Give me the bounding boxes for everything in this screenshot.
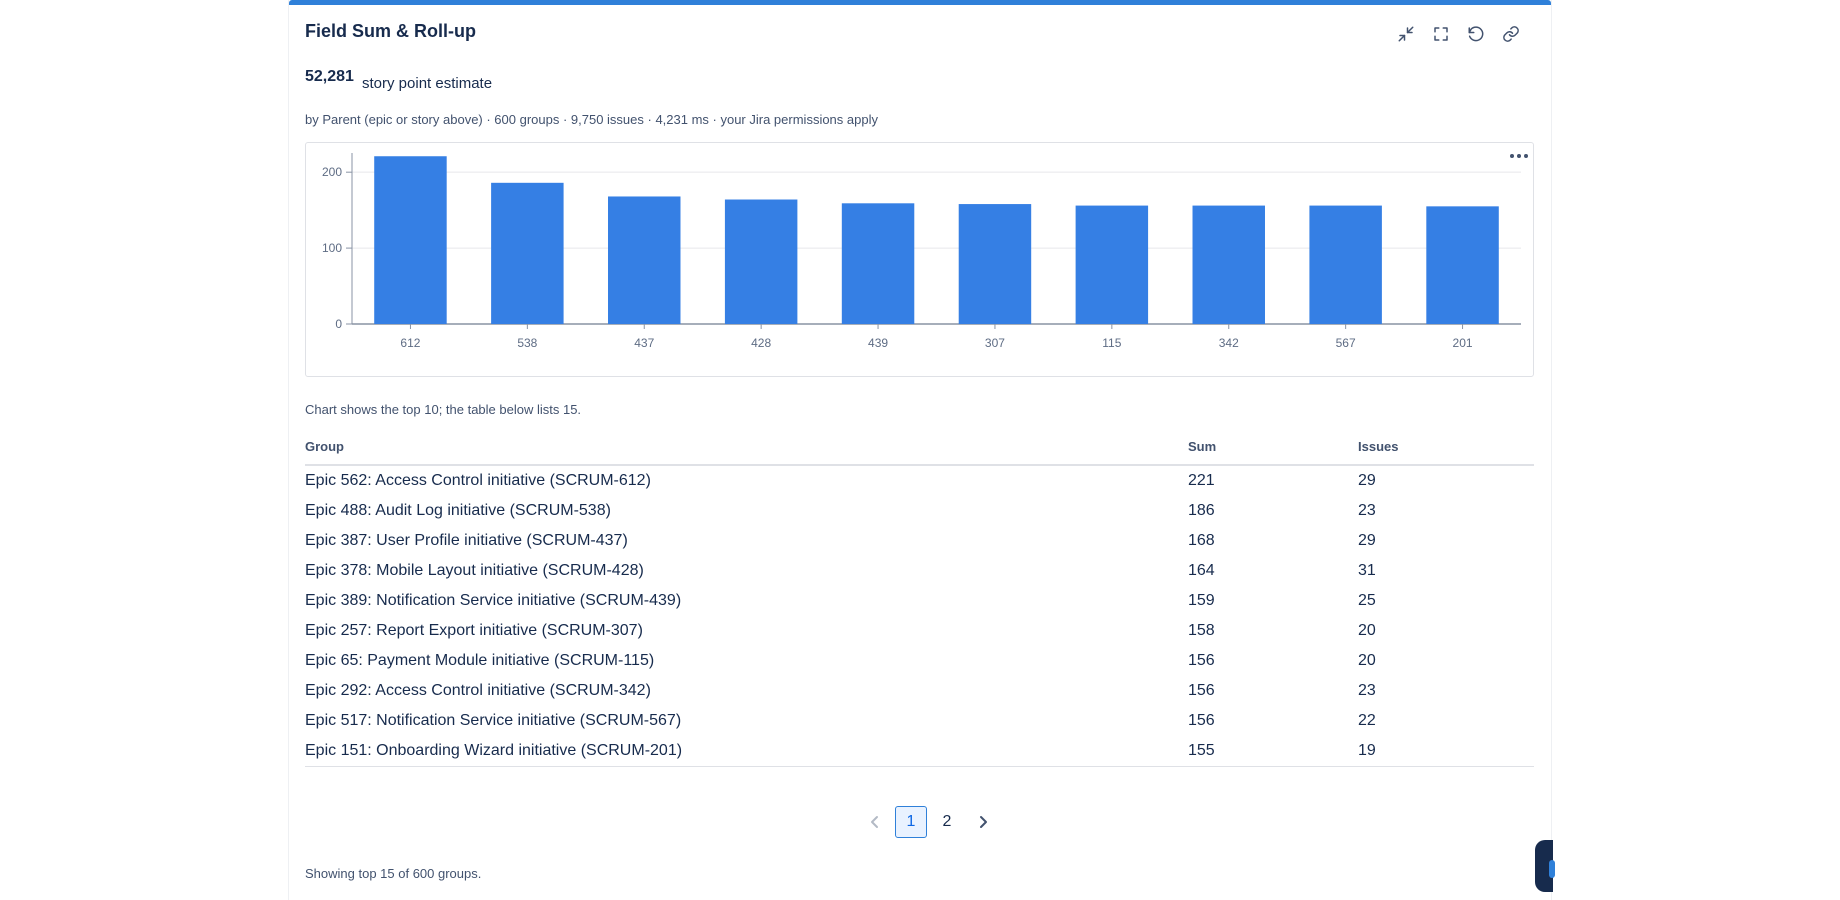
group-cell: Epic 292: Access Control initiative (SCR…	[305, 682, 651, 699]
issues-cell: 23	[1358, 682, 1376, 699]
bar	[1309, 205, 1382, 324]
bar	[841, 203, 915, 324]
chevron-right-icon	[980, 816, 987, 828]
fullscreen-icon	[1434, 27, 1448, 41]
bar-chart-svg: 0 100 200 612 538 437 428 439 307 115 342 567 201	[322, 153, 1521, 350]
sum-cell: 159	[1188, 592, 1215, 609]
table-row: Epic 292: Access Control initiative (SCR…	[305, 676, 1534, 706]
sum-cell: 156	[1188, 712, 1215, 729]
bar	[1426, 206, 1499, 324]
collapse-button[interactable]	[1394, 22, 1418, 46]
column-header-group[interactable]: Group	[305, 436, 1188, 466]
sum-total: 52,281	[305, 68, 354, 85]
bar	[958, 204, 1032, 324]
x-tick-label: 567	[1336, 336, 1356, 350]
y-tick-label: 200	[322, 165, 342, 179]
x-tick-label: 437	[634, 336, 654, 350]
sum-field-label: story point estimate	[362, 75, 493, 92]
chart-note: Chart shows the top 10; the table below …	[305, 402, 582, 417]
bar	[608, 196, 681, 324]
query-meta: by Parent (epic or story above) · 600 gr…	[305, 112, 878, 127]
issues-cell: 29	[1358, 472, 1376, 489]
fullscreen-button[interactable]	[1429, 22, 1453, 46]
x-tick-label: 439	[868, 336, 888, 350]
table-header-row: Group Sum Issues	[305, 436, 1534, 466]
prev-page-button[interactable]	[859, 806, 891, 838]
x-tick-label: 115	[1102, 336, 1121, 350]
page-button-1[interactable]: 1	[895, 806, 927, 838]
table-row: Epic 257: Report Export initiative (SCRU…	[305, 616, 1534, 646]
x-tick-label: 612	[400, 336, 420, 350]
sum-cell: 221	[1188, 472, 1215, 489]
x-tick-label: 307	[985, 336, 1005, 350]
collapse-icon	[1398, 26, 1414, 42]
table-row: Epic 517: Notification Service initiativ…	[305, 706, 1534, 736]
x-tick-label: 342	[1219, 336, 1239, 350]
column-header-sum[interactable]: Sum	[1188, 436, 1358, 466]
link-icon	[1503, 26, 1519, 42]
panel-actions	[1394, 22, 1523, 46]
group-cell: Epic 257: Report Export initiative (SCRU…	[305, 622, 643, 639]
issues-cell: 29	[1358, 532, 1376, 549]
bar	[491, 182, 564, 324]
pagination: 1 2	[859, 806, 999, 838]
group-cell: Epic 151: Onboarding Wizard initiative (…	[305, 736, 1188, 767]
help-widget[interactable]	[1535, 840, 1555, 892]
bar	[1192, 205, 1265, 324]
group-cell: Epic 517: Notification Service initiativ…	[305, 712, 682, 729]
rollup-panel: Field Sum & Roll-up 52,281 story point e…	[289, 0, 1555, 900]
groups-table: Group Sum Issues Epic 562: Access Contro…	[305, 436, 1534, 767]
x-tick-label: 201	[1453, 336, 1473, 350]
table-row: Epic 65: Payment Module initiative (SCRU…	[305, 646, 1534, 676]
x-tick-label: 428	[751, 336, 771, 350]
sum-cell: 156	[1188, 682, 1215, 699]
group-cell: Epic 389: Notification Service initiativ…	[305, 592, 682, 609]
sum-cell: 164	[1188, 562, 1215, 579]
y-tick-label: 0	[335, 317, 342, 331]
table-row: Epic 562: Access Control initiative (SCR…	[305, 465, 1534, 496]
table-footer: Showing top 15 of 600 groups.	[305, 866, 482, 881]
bar	[724, 199, 798, 324]
x-tick-label: 538	[517, 336, 537, 350]
bar	[1075, 205, 1149, 324]
more-horizontal-icon	[1510, 154, 1528, 158]
copy-link-button[interactable]	[1499, 22, 1523, 46]
refresh-button[interactable]	[1464, 22, 1488, 46]
issues-cell: 20	[1358, 652, 1376, 669]
issues-cell: 20	[1358, 622, 1376, 639]
group-cell: Epic 562: Access Control initiative (SCR…	[305, 472, 651, 489]
y-tick-label: 100	[322, 241, 342, 255]
table-row: Epic 387: User Profile initiative (SCRUM…	[305, 526, 1534, 556]
panel-title: Field Sum & Roll-up	[305, 21, 476, 41]
bar-chart: 0 100 200 612 538 437 428 439 307 115 342 567 201	[305, 142, 1534, 377]
sum-cell: 155	[1188, 736, 1358, 767]
group-cell: Epic 488: Audit Log initiative (SCRUM-53…	[305, 502, 611, 519]
issues-cell: 31	[1358, 562, 1376, 579]
group-cell: Epic 387: User Profile initiative (SCRUM…	[305, 532, 628, 549]
sum-cell: 158	[1188, 622, 1215, 639]
bar	[374, 156, 447, 324]
group-cell: Epic 378: Mobile Layout initiative (SCRU…	[305, 562, 644, 579]
table-row: Epic 151: Onboarding Wizard initiative (…	[305, 736, 1534, 767]
issues-cell: 25	[1358, 592, 1376, 609]
table-row: Epic 389: Notification Service initiativ…	[305, 586, 1534, 616]
table-row: Epic 378: Mobile Layout initiative (SCRU…	[305, 556, 1534, 586]
issues-cell: 19	[1358, 736, 1534, 767]
chevron-left-icon	[871, 816, 878, 828]
next-page-button[interactable]	[967, 806, 999, 838]
refresh-icon	[1468, 26, 1484, 42]
table-row: Epic 488: Audit Log initiative (SCRUM-53…	[305, 496, 1534, 526]
panel-accent-bar	[289, 0, 1551, 5]
sum-cell: 168	[1188, 532, 1215, 549]
page-button-2[interactable]: 2	[931, 806, 963, 838]
issues-cell: 22	[1358, 712, 1376, 729]
column-header-issues[interactable]: Issues	[1358, 436, 1534, 466]
sum-cell: 156	[1188, 652, 1215, 669]
sum-cell: 186	[1188, 502, 1215, 519]
group-cell: Epic 65: Payment Module initiative (SCRU…	[305, 652, 655, 669]
issues-cell: 23	[1358, 502, 1376, 519]
chart-menu-button[interactable]	[1507, 147, 1531, 165]
